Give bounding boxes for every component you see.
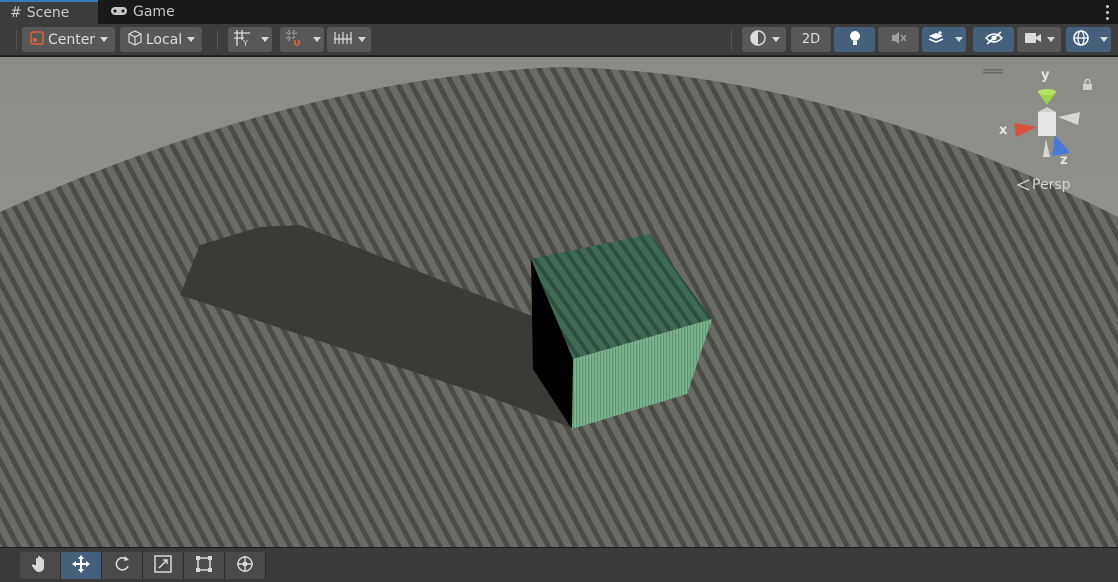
ruler-icon [333, 30, 353, 50]
window-tab-bar: # Scene Game [0, 0, 1118, 24]
rect-tool-button[interactable] [184, 552, 225, 579]
pivot-center-icon [29, 30, 45, 50]
toolbar-separator [731, 30, 732, 50]
gizmos-toggle[interactable] [1066, 27, 1095, 52]
eye-slash-icon [984, 30, 1004, 50]
effects-dropdown[interactable] [950, 27, 966, 52]
projection-label: Persp [1032, 177, 1071, 193]
scene-lighting-toggle[interactable] [834, 27, 875, 52]
hash-icon: # [10, 5, 22, 21]
pivot-rotation-dropdown[interactable]: Local [120, 27, 202, 52]
scene-render [0, 57, 1118, 547]
toggle-2d-button[interactable]: 2D [791, 27, 831, 52]
tab-game[interactable]: Game [100, 0, 180, 24]
globe-gizmo-icon [1072, 29, 1090, 51]
tab-scene-label: Scene [26, 5, 70, 21]
grid-visibility-dropdown[interactable] [256, 27, 272, 52]
layers-effects-icon [927, 30, 945, 50]
grid-snapping-button[interactable] [280, 27, 308, 52]
chevron-down-icon [955, 37, 963, 42]
chevron-down-icon [100, 37, 109, 42]
rotate-tool-button[interactable] [102, 552, 143, 579]
scene-viewport[interactable]: y x z Persp [0, 57, 1118, 547]
grid-visibility-button[interactable]: Y [228, 27, 256, 52]
chevron-down-icon [187, 37, 196, 42]
grid-y-icon: Y [233, 29, 251, 51]
scale-tool-button[interactable] [143, 552, 184, 579]
gizmo-x-label[interactable]: x [999, 123, 1007, 138]
camera-icon [1024, 31, 1042, 49]
transform-icon [235, 554, 255, 578]
rotate-icon [112, 554, 132, 578]
perspective-icon [1016, 179, 1030, 191]
draw-mode-dropdown[interactable] [742, 27, 786, 52]
toggle-2d-label: 2D [801, 32, 821, 47]
gizmo-y-label[interactable]: y [1041, 68, 1049, 83]
camera-settings-dropdown[interactable] [1017, 27, 1061, 52]
chevron-down-icon [1046, 37, 1055, 42]
hidden-objects-toggle[interactable] [973, 27, 1014, 52]
chevron-down-icon [357, 37, 366, 42]
hand-icon [30, 554, 50, 578]
move-arrows-icon [71, 554, 91, 578]
tab-game-label: Game [133, 4, 175, 20]
rect-transform-icon [194, 554, 214, 578]
projection-toggle[interactable]: Persp [1016, 177, 1071, 193]
transform-tool-button[interactable] [225, 552, 266, 579]
scene-toolbar: Center Local Y 2D [0, 24, 1118, 56]
tab-scene[interactable]: # Scene [0, 0, 98, 24]
tools-overlay [0, 547, 1118, 582]
increment-snap-dropdown[interactable] [327, 27, 371, 52]
chevron-down-icon [261, 37, 269, 42]
toolbar-separator [217, 30, 218, 50]
shading-mode-icon [749, 29, 767, 51]
lightbulb-icon [847, 29, 863, 51]
svg-text:Y: Y [242, 39, 248, 47]
gizmo-z-label[interactable]: z [1060, 153, 1068, 168]
grid-snapping-dropdown[interactable] [308, 27, 324, 52]
scale-icon [153, 554, 173, 578]
pivot-mode-label: Center [47, 31, 96, 48]
gamepad-icon [110, 4, 128, 20]
more-options-icon[interactable] [1104, 3, 1110, 21]
effects-toggle[interactable] [922, 27, 950, 52]
pivot-mode-dropdown[interactable]: Center [22, 27, 115, 52]
local-cube-icon [127, 29, 143, 50]
chevron-down-icon [771, 37, 780, 42]
transform-tools-group [20, 552, 266, 579]
pivot-rotation-label: Local [145, 31, 183, 48]
chevron-down-icon [1100, 37, 1108, 42]
move-tool-button[interactable] [61, 552, 102, 579]
chevron-down-icon [313, 37, 321, 42]
overlay-drag-handle [983, 69, 1003, 71]
mute-speaker-icon [890, 30, 908, 50]
hand-tool-button[interactable] [20, 552, 61, 579]
gizmos-dropdown[interactable] [1095, 27, 1111, 52]
audio-toggle[interactable] [878, 27, 919, 52]
grid-snap-icon [285, 29, 303, 51]
toolbar-separator [16, 30, 17, 50]
